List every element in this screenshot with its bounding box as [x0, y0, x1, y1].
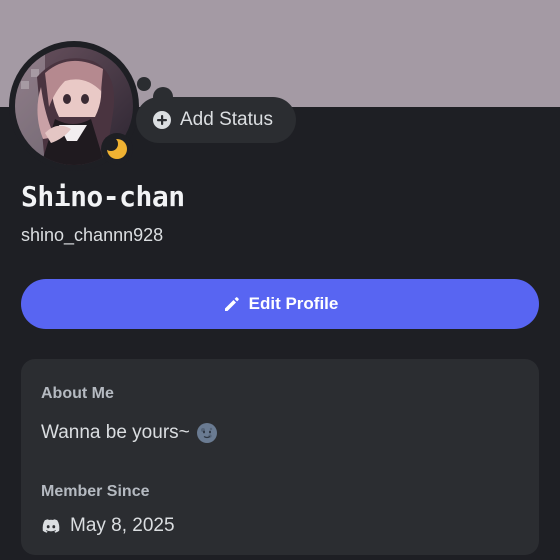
- edit-profile-button[interactable]: Edit Profile: [21, 279, 539, 329]
- username: shino_channn928: [21, 225, 164, 245]
- discord-logo-icon: [42, 519, 60, 533]
- about-me-title: About Me: [41, 385, 114, 402]
- plus-circle-icon: [153, 111, 171, 129]
- display-name: Shino-chan: [21, 180, 185, 213]
- idle-status-badge: [101, 133, 133, 165]
- new-moon-face-icon: [196, 423, 217, 443]
- member-since-date: May 8, 2025: [70, 515, 175, 536]
- member-since-title: Member Since: [41, 483, 150, 500]
- pencil-icon: [224, 297, 239, 311]
- edit-profile-label: Edit Profile: [248, 294, 339, 313]
- avatar-wrapper[interactable]: [9, 41, 139, 171]
- add-status-button[interactable]: Add Status: [136, 97, 296, 143]
- member-since-row: May 8, 2025: [41, 515, 175, 537]
- profile-info-card: About Me Wanna be yours~ Member Since Ma…: [21, 359, 539, 555]
- about-me-text: Wanna be yours~: [41, 422, 218, 444]
- add-status-label: Add Status: [180, 109, 273, 130]
- about-me-content: Wanna be yours~: [41, 422, 190, 443]
- crescent-moon-icon: [105, 137, 127, 159]
- status-bubble-dot-small: [137, 77, 151, 91]
